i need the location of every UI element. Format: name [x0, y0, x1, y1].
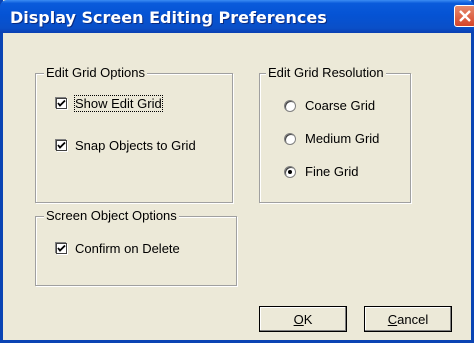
radio-fine-grid[interactable]: Fine Grid	[284, 164, 358, 179]
radio-fine-grid-circle[interactable]	[284, 165, 296, 178]
radio-medium-grid-label: Medium Grid	[305, 131, 380, 146]
cancel-button[interactable]: Cancel	[364, 306, 452, 332]
show-edit-grid-checkbox[interactable]: Show Edit Grid	[56, 95, 163, 112]
cancel-mnemonic: C	[387, 311, 398, 327]
edit-grid-resolution-legend: Edit Grid Resolution	[266, 65, 386, 80]
radio-coarse-grid-label: Coarse Grid	[305, 98, 376, 113]
radio-medium-grid[interactable]: Medium Grid	[284, 131, 379, 146]
check-icon	[57, 141, 66, 149]
radio-coarse-grid-circle[interactable]	[284, 99, 296, 112]
show-edit-grid-label: Show Edit Grid	[74, 95, 163, 112]
radio-medium-grid-circle[interactable]	[284, 132, 296, 145]
edit-grid-options-legend: Edit Grid Options	[44, 65, 147, 80]
close-button[interactable]	[454, 5, 474, 27]
ok-button[interactable]: OK	[259, 306, 347, 332]
check-icon	[57, 99, 66, 107]
snap-objects-box[interactable]	[56, 140, 67, 151]
dialog-window: Display Screen Editing Preferences Edit …	[0, 0, 474, 343]
show-edit-grid-box[interactable]	[56, 98, 67, 109]
title-bar[interactable]: Display Screen Editing Preferences	[0, 0, 474, 33]
radio-selected-dot	[288, 169, 292, 174]
ok-label-rest: K	[303, 311, 313, 327]
radio-coarse-grid[interactable]: Coarse Grid	[284, 98, 375, 113]
confirm-on-delete-checkbox[interactable]: Confirm on Delete	[56, 241, 180, 256]
confirm-on-delete-box[interactable]	[56, 243, 67, 254]
confirm-on-delete-label: Confirm on Delete	[75, 241, 180, 256]
screen-object-options-legend: Screen Object Options	[44, 208, 179, 223]
ok-mnemonic: O	[293, 311, 304, 327]
radio-fine-grid-label: Fine Grid	[305, 164, 359, 179]
cancel-label-rest: ancel	[397, 311, 429, 327]
snap-objects-checkbox[interactable]: Snap Objects to Grid	[56, 138, 196, 153]
snap-objects-label: Snap Objects to Grid	[75, 138, 196, 153]
window-title: Display Screen Editing Preferences	[10, 8, 327, 27]
screen-object-options-group: Screen Object Options Confirm on Delete	[35, 208, 237, 286]
edit-grid-options-group: Edit Grid Options Show Edit Grid Snap Ob…	[35, 65, 233, 203]
edit-grid-resolution-group: Edit Grid Resolution Coarse Grid Medium …	[259, 65, 411, 203]
check-icon	[57, 244, 66, 252]
